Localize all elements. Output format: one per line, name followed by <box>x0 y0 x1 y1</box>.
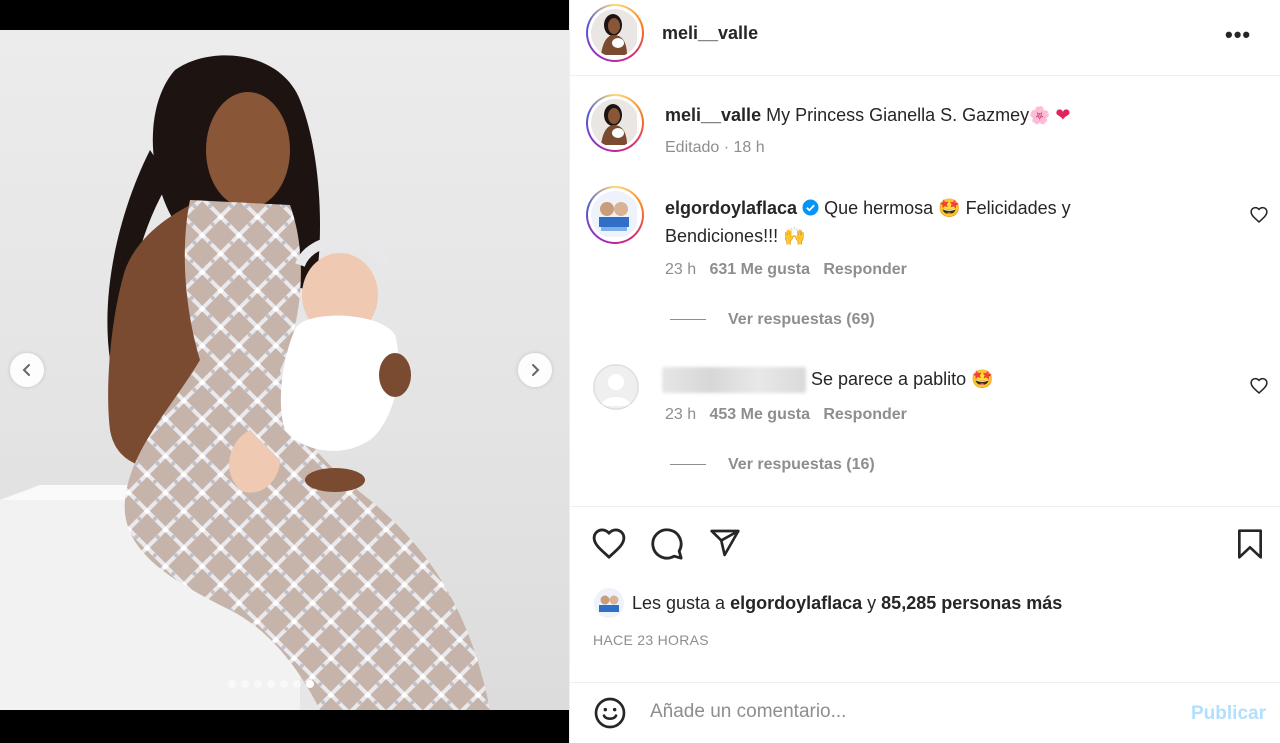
carousel-dot <box>228 680 236 688</box>
like-comment-heart-icon[interactable] <box>1250 377 1268 394</box>
post-photo <box>0 30 569 710</box>
author-username[interactable]: meli__valle <box>662 23 758 44</box>
replies-divider <box>670 319 706 321</box>
share-send-icon[interactable] <box>708 527 742 559</box>
carousel-dot <box>280 680 288 688</box>
post-details-panel: meli__valle ••• meli__valle My Princess … <box>569 0 1280 743</box>
post-header: meli__valle ••• <box>570 0 1280 76</box>
comment-2-meta: 23 h 453 Me gusta Responder <box>665 406 907 424</box>
like-comment-heart-icon[interactable] <box>1250 206 1268 223</box>
comment-2-text: Se parece a pablito <box>811 369 967 389</box>
comment-2-view-replies[interactable]: Ver respuestas (16) <box>670 456 875 474</box>
comment-1-view-replies-label[interactable]: Ver respuestas (69) <box>728 311 875 328</box>
post-time-ago[interactable]: HACE 23 HORAS <box>593 632 709 648</box>
caption: meli__valle My Princess Gianella S. Gazm… <box>665 101 1070 130</box>
emoji-picker-icon[interactable] <box>594 697 626 729</box>
carousel-next-button[interactable] <box>518 353 552 387</box>
caption-username[interactable]: meli__valle <box>665 105 761 125</box>
comment-2: Se parece a pablito 🤩 <box>811 365 994 393</box>
carousel-indicator <box>228 680 314 688</box>
blurred-username <box>662 367 806 393</box>
carousel-dot <box>267 680 275 688</box>
author-avatar[interactable] <box>586 4 644 62</box>
comment-1-text: Que hermosa <box>824 198 934 218</box>
likes-user-link[interactable]: elgordoylaflaca <box>730 593 862 614</box>
comment-bubble-icon[interactable] <box>650 527 684 561</box>
post-media <box>0 0 569 743</box>
comment-1: elgordoylaflaca Que hermosa 🤩 Felicidade… <box>665 194 1125 250</box>
comment-composer: Publicar <box>570 682 1280 743</box>
actions-divider <box>570 506 1280 507</box>
avatar-silhouette-icon <box>593 364 639 410</box>
comment-2-view-replies-label[interactable]: Ver respuestas (16) <box>728 456 875 473</box>
comment-1-meta: 23 h 631 Me gusta Responder <box>665 261 907 279</box>
save-bookmark-icon[interactable] <box>1235 528 1265 560</box>
heart-emoji-icon: ❤ <box>1055 105 1071 125</box>
comment-input[interactable] <box>650 701 1170 723</box>
star-struck-emoji-icon: 🤩 <box>971 369 994 389</box>
chevron-right-icon <box>532 364 540 376</box>
raising-hands-emoji-icon: 🙌 <box>783 226 806 246</box>
comment-2-likes[interactable]: 453 Me gusta <box>709 406 809 423</box>
likes-count-link[interactable]: 85,285 personas más <box>881 593 1062 614</box>
comment-1-text-line2: Bendiciones!!! <box>665 226 779 246</box>
more-options-icon[interactable]: ••• <box>1225 22 1251 48</box>
verified-badge-icon <box>802 199 819 216</box>
carousel-dot <box>241 680 249 688</box>
default-avatar-icon[interactable] <box>593 364 639 410</box>
caption-edited-time: Editado · 18 h <box>665 139 765 156</box>
cherry-blossom-icon: 🌸 <box>1029 106 1051 125</box>
avatar-image <box>594 588 624 618</box>
carousel-dot <box>254 680 262 688</box>
likes-joiner: y <box>867 592 877 613</box>
carousel-dot-active <box>306 680 314 688</box>
carousel-dot <box>293 680 301 688</box>
avatar-image <box>591 99 637 145</box>
photo-illustration <box>0 55 491 710</box>
avatar-image <box>591 191 637 237</box>
caption-text: My Princess Gianella S. Gazmey <box>766 105 1030 125</box>
comment-1-text-cont: Felicidades y <box>965 198 1071 218</box>
likes-summary: Les gusta a elgordoylaflaca y 85,285 per… <box>594 588 1062 618</box>
replies-divider <box>670 464 706 466</box>
likes-prefix: Les gusta a <box>632 592 726 613</box>
comment-1-likes[interactable]: 631 Me gusta <box>709 261 809 278</box>
comment-2-time: 23 h <box>665 406 697 423</box>
comment-1-view-replies[interactable]: Ver respuestas (69) <box>670 311 875 329</box>
comment-1-time: 23 h <box>665 261 697 278</box>
star-struck-emoji-icon: 🤩 <box>938 198 961 218</box>
carousel-prev-button[interactable] <box>10 353 44 387</box>
comment-2-reply-button[interactable]: Responder <box>823 406 907 423</box>
liker-avatar[interactable] <box>594 588 624 618</box>
commenter-avatar[interactable] <box>586 186 644 244</box>
comment-1-reply-button[interactable]: Responder <box>823 261 907 278</box>
publish-button[interactable]: Publicar <box>1191 703 1266 725</box>
caption-avatar[interactable] <box>586 94 644 152</box>
comment-1-username[interactable]: elgordoylaflaca <box>665 198 797 218</box>
avatar-image <box>591 9 637 55</box>
chevron-left-icon <box>22 364 30 376</box>
like-heart-icon[interactable] <box>592 527 626 559</box>
